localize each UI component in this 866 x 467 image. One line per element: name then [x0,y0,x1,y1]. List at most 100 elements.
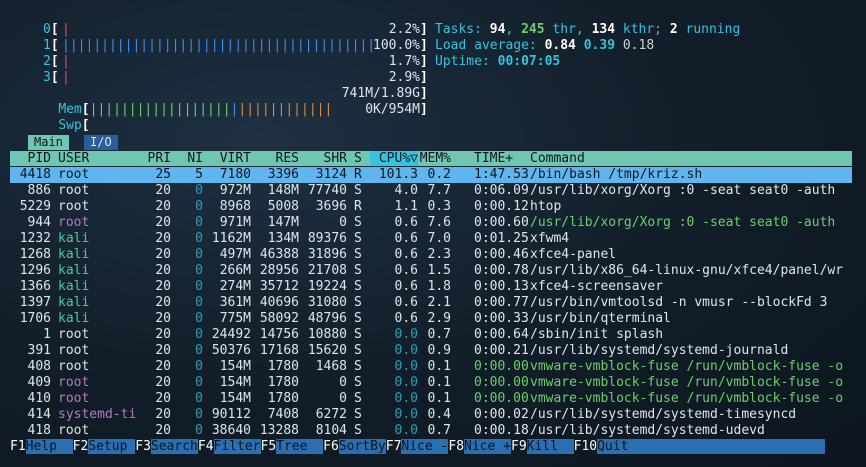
col-ni[interactable]: NI [178,151,203,166]
col-state[interactable]: S [354,151,362,166]
fkey-10[interactable]: F10 [574,439,597,454]
cell-virt: 38640 [211,423,251,438]
cell-s: S [354,247,362,262]
fkey-8[interactable]: F8 [448,439,464,454]
col-pid[interactable]: PID [10,151,51,166]
table-row[interactable]: 1296 kali 20 0 266M 28956 21708 S 0.6 1.5 0:00.78/… [10,263,852,279]
table-row[interactable]: 391 root 20 0 50376 17168 15620 S 0.0 0.9 0:00.21/… [10,343,852,359]
col-mem[interactable]: MEM% [418,151,451,166]
cpu-bar-1: |||||||||||||||||||||||||||||||||||||||| [62,38,376,53]
table-row[interactable]: 409 root 20 0 154M 1780 0 S 0.0 0.1 0:00.00 vmware-… [10,375,852,391]
htop-window: 0[| 2.2%] 1[||||||||||||||||||||||||||||||… [0,0,866,467]
table-row[interactable]: 944 root 20 0 971M 147M 0 S 0.6 7.6 0:00.60/usr/li… [10,215,852,231]
cell-res: 14756 [259,327,299,342]
cell-pri: 20 [155,231,171,246]
table-row[interactable]: 410 root 20 0 154M 1780 0 S 0.0 0.1 0:00.00 vmware-… [10,391,852,407]
table-row[interactable]: 418 root 20 0 38640 13288 8104 S 0.0 0.7 0:00.18/u… [10,423,852,439]
cell-time: 0:01.25 [474,231,529,246]
fkey-1[interactable]: F1 [10,439,26,454]
load-1: 0.84 [544,38,576,53]
cell-user: kali [58,279,90,294]
col-user[interactable]: USER [58,151,89,166]
cell-cpu: 0.0 [394,423,418,438]
threads-count: 245 [521,22,545,37]
cell-pri: 20 [155,279,171,294]
fkey-action-5[interactable]: Tree [276,439,324,454]
cell-pid: 409 [27,375,51,390]
fkey-6[interactable]: F6 [323,439,339,454]
col-res[interactable]: RES [258,151,299,166]
table-row[interactable]: 1397 kali 20 0 361M 40696 31080 S 0.6 2.1 0:00.77/… [10,295,852,311]
fkey-action-1[interactable]: Help [25,439,73,454]
cell-ni: 0 [195,295,203,310]
table-row[interactable]: 408 root 20 0 154M 1780 1468 S 0.0 0.1 0:00.00 vmwa… [10,359,852,375]
cpu-bracket-close: ] [420,54,428,69]
table-row[interactable]: 414 systemd-ti 20 0 90112 7408 6272 S 0.0 0.4 0:00… [10,407,852,423]
cell-time: 0:00.00 [474,375,529,390]
fkey-action-8[interactable]: Nice + [464,439,511,454]
cpu-meter-2: 2[ [43,54,59,69]
table-row[interactable]: 1 root 20 0 24492 14756 10880 S 0.0 0.7 0:00.64/sb… [10,327,852,343]
fkey-action-2[interactable]: Setup [88,439,136,454]
cell-user: root [58,343,90,358]
fkey-9[interactable]: F9 [511,439,527,454]
col-shr[interactable]: SHR [306,151,347,166]
table-row[interactable]: 1268 kali 20 0 497M 46388 31896 S 0.6 2.3 0:00.46 x… [10,247,852,263]
table-row[interactable]: 1706 kali 20 0 775M 58092 48796 S 0.6 2.9 0:00.33/… [10,311,852,327]
col-cpu[interactable]: CPU%▽ [370,151,418,166]
cell-user: kali [58,263,90,278]
cell-pid: 410 [27,391,51,406]
cell-cmd: vmware-vmblock-fuse /run/vmblock-fuse -o [530,391,844,406]
fkey-7[interactable]: F7 [386,439,402,454]
cell-virt: 1162M [211,231,251,246]
table-row[interactable]: 5229 root 20 0 8968 5008 3696 R 1.1 0.3 0:00.12 hto… [10,199,852,215]
col-time[interactable]: TIME+ [474,151,513,166]
cell-ni: 0 [195,231,203,246]
uptime: Uptime: 00:07:05 [435,54,561,69]
cell-virt: 497M [219,247,251,262]
cell-pri: 20 [155,375,171,390]
cell-cpu: 0.0 [394,359,418,374]
cell-shr: 15620 [307,343,347,358]
cell-res: 3396 [267,167,299,182]
fkey-4[interactable]: F4 [198,439,214,454]
tab-main[interactable]: Main [28,135,69,150]
fkey-action-6[interactable]: SortBy [338,439,386,454]
cell-user: root [58,215,90,230]
fkey-action-7[interactable]: Nice - [401,439,449,454]
cell-cmd: /bin/bash /tmp/kriz.sh [530,167,703,182]
uptime-value: 00:07:05 [497,54,561,69]
cell-res: 58092 [259,311,299,326]
cell-cmd: /usr/lib/xorg/Xorg :0 -seat seat0 -auth [530,215,836,230]
cell-time: 1:47.53 [474,167,529,182]
col-pri[interactable]: PRI [138,151,171,166]
fkey-5[interactable]: F5 [261,439,277,454]
fkey-3[interactable]: F3 [135,439,151,454]
fkey-action-4[interactable]: Filter [213,439,261,454]
fkey-2[interactable]: F2 [73,439,89,454]
cell-pri: 20 [155,359,171,374]
swp-value: 0K/954M [365,102,420,117]
cpu-bracket-close: ] [420,70,428,85]
col-command[interactable]: Command [530,151,585,166]
table-row[interactable]: 886 root 20 0 972M 148M 77740 S 4.0 7.7 0:06.09/us… [10,183,852,199]
tab-io[interactable]: I/O [84,135,118,150]
fkey-action-9[interactable]: Kill [526,439,574,454]
table-row[interactable]: 1366 kali 20 0 274M 35712 19224 S 0.6 1.8 0:00.13 x… [10,279,852,295]
cell-shr: 19224 [307,279,347,294]
fkey-action-10[interactable]: Quit [597,439,826,454]
cell-virt: 90112 [211,407,251,422]
cell-pri: 20 [155,295,171,310]
kthreads-count: 134 [591,22,616,37]
table-row[interactable]: 4418 root 25 5 7180 3396 3124 R 101.3 0.2 1:47.53/… [10,167,852,183]
cell-shr: 31080 [307,295,347,310]
table-row[interactable]: 1232 kali 20 0 1162M 134M 89376 S 0.6 7.0 0:01.25 x… [10,231,852,247]
col-virt[interactable]: VIRT [210,151,251,166]
cell-pid: 1706 [19,311,51,326]
fkey-action-3[interactable]: Search [150,439,198,454]
cell-s: S [354,327,362,342]
load-5: 0.39 [583,38,616,53]
cell-cpu: 0.6 [394,215,418,230]
cell-cmd: xfce4-panel [530,247,617,262]
cell-virt: 24492 [211,327,251,342]
